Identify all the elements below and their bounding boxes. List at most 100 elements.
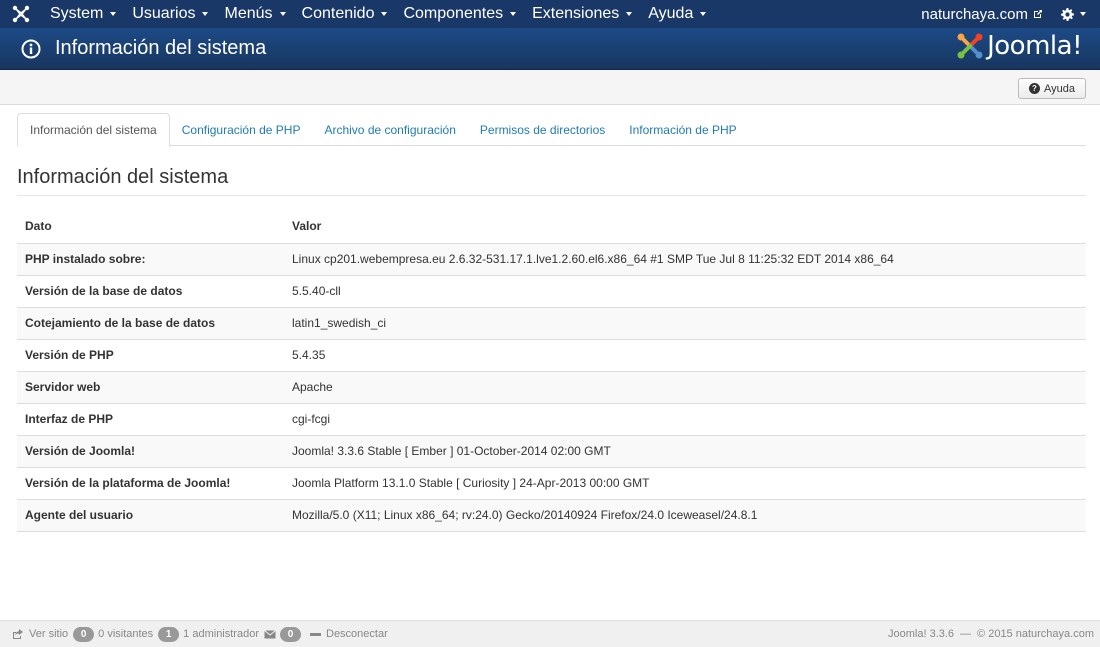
envelope-icon (264, 629, 276, 638)
tab-php-settings[interactable]: Configuración de PHP (170, 113, 313, 146)
row-key: Cotejamiento de la base de datos (17, 306, 284, 339)
version-label: Joomla! 3.3.6 (888, 628, 955, 640)
settings-menu[interactable] (1049, 0, 1100, 28)
row-value: Joomla! 3.3.6 Stable [ Ember ] 01-Octobe… (284, 434, 1086, 467)
column-header-value: Valor (292, 219, 322, 234)
table-row: Interfaz de PHP cgi-fcgi (17, 402, 1086, 435)
row-key: Versión de Joomla! (17, 434, 284, 467)
section-title: Información del sistema (17, 166, 229, 188)
row-value: Mozilla/5.0 (X11; Linux x86_64; rv:24.0)… (284, 498, 1086, 532)
table-row: Versión de PHP 5.4.35 (17, 338, 1086, 371)
admins-badge: 1 (158, 626, 180, 642)
row-key: Agente del usuario (17, 498, 284, 532)
caret-down-icon (279, 12, 286, 16)
row-key: Interfaz de PHP (17, 402, 284, 435)
page-header: Información del sistema Joomla! (0, 28, 1100, 70)
help-button-label: Ayuda (1044, 82, 1075, 95)
row-key: Versión de PHP (17, 338, 284, 371)
row-value: 5.4.35 (284, 338, 1086, 371)
row-key: Versión de la base de datos (17, 274, 284, 307)
row-value: 5.5.40-cll (284, 274, 1086, 307)
status-left: Ver sitio 0 0 visitantes 1 1 administrad… (0, 626, 393, 642)
menu-ayuda[interactable]: Ayuda (640, 0, 714, 28)
caret-down-icon (381, 12, 388, 16)
logout-label: Desconectar (326, 628, 388, 640)
messages-badge: 0 (280, 626, 301, 642)
row-key: Versión de la plataforma de Joomla! (17, 466, 284, 499)
status-right: Joomla! 3.3.6 — © 2015 naturchaya.com (888, 628, 1100, 640)
menu-componentes[interactable]: Componentes (395, 0, 524, 28)
toolbar: ? Ayuda (0, 70, 1100, 105)
table-row: Versión de la plataforma de Joomla! Jooml… (17, 466, 1086, 499)
joomla-brand-text: Joomla! (987, 31, 1082, 61)
visitors-label: 0 visitantes (98, 628, 154, 640)
menu-menus-label: Menús (224, 5, 273, 22)
row-value: cgi-fcgi (284, 402, 1086, 435)
tab-configuration-file[interactable]: Archivo de configuración (312, 113, 467, 146)
visitors-indicator: 0 0 visitantes (73, 626, 154, 642)
row-key: PHP instalado sobre: (17, 242, 284, 275)
tab-label: Configuración de PHP (181, 122, 301, 137)
menu-menus[interactable]: Menús (216, 0, 293, 28)
table-row: Versión de la base de datos 5.5.40-cll (17, 274, 1086, 307)
caret-down-icon (626, 12, 633, 16)
share-icon (13, 629, 23, 639)
tab-system-info[interactable]: Información del sistema (17, 113, 170, 147)
top-navbar: System Usuarios Menús Contenido Componen… (0, 0, 1100, 28)
table-row: Cotejamiento de la base de datos latin1_s… (17, 306, 1086, 339)
caret-down-icon (700, 12, 707, 16)
table-header-row: Dato Valor (17, 210, 1086, 243)
row-key: Servidor web (17, 370, 284, 403)
external-link-icon (1034, 10, 1042, 18)
joomla-brand-icon (957, 33, 983, 59)
menu-componentes-label: Componentes (403, 5, 504, 22)
view-site-link[interactable]: Ver sitio (12, 628, 68, 640)
caret-down-icon (110, 12, 117, 16)
site-link[interactable]: naturchaya.com (915, 6, 1049, 23)
gear-icon (1061, 7, 1074, 21)
table-row: Servidor web Apache (17, 370, 1086, 403)
copyright-label: © 2015 naturchaya.com (977, 628, 1094, 640)
admins-indicator: 1 1 administrador (158, 626, 259, 642)
tab-directory-permissions[interactable]: Permisos de directorios (468, 113, 617, 146)
menu-usuarios[interactable]: Usuarios (124, 0, 216, 28)
row-value: latin1_swedish_ci (284, 306, 1086, 339)
minus-icon (310, 632, 321, 636)
status-bar: Ver sitio 0 0 visitantes 1 1 administrad… (0, 620, 1100, 647)
menu-contenido-label: Contenido (301, 5, 375, 22)
joomla-brand: Joomla! (956, 31, 1082, 61)
tab-bar: Información del sistema Configuración de… (17, 113, 1086, 147)
row-value: Apache (284, 370, 1086, 403)
menu-contenido[interactable]: Contenido (294, 0, 396, 28)
help-button[interactable]: ? Ayuda (1018, 78, 1086, 99)
table-row: PHP instalado sobre: Linux cp201.webempre… (17, 242, 1086, 275)
menu-ayuda-label: Ayuda (648, 5, 694, 22)
main-menu: System Usuarios Menús Contenido Componen… (42, 0, 714, 28)
visitors-badge: 0 (73, 626, 95, 642)
navbar-right: naturchaya.com (915, 0, 1100, 28)
site-name: naturchaya.com (921, 5, 1028, 23)
joomla-logo-icon[interactable] (0, 0, 42, 28)
page-title: Información del sistema (55, 37, 267, 59)
section-divider (17, 195, 1086, 196)
menu-extensiones-label: Extensiones (532, 5, 620, 22)
tab-php-info[interactable]: Información de PHP (617, 113, 748, 146)
question-circle-icon: ? (1029, 83, 1040, 94)
column-header-setting: Dato (25, 219, 52, 234)
tab-label: Archivo de configuración (324, 122, 456, 137)
menu-system[interactable]: System (42, 0, 124, 28)
system-info-table: Dato Valor PHP instalado sobre: Linux cp2… (17, 210, 1086, 532)
tab-label: Información de PHP (629, 122, 737, 137)
table-row: Agente del usuario Mozilla/5.0 (X11; Linu… (17, 498, 1086, 532)
logout-link[interactable]: Desconectar (310, 628, 388, 640)
footer-separator: — (960, 628, 972, 640)
table-row: Versión de Joomla! Joomla! 3.3.6 Stable [… (17, 434, 1086, 467)
tab-label: Permisos de directorios (479, 122, 606, 137)
menu-extensiones[interactable]: Extensiones (524, 0, 640, 28)
info-circle-icon (21, 39, 41, 58)
messages-indicator[interactable]: 0 (264, 626, 305, 642)
menu-usuarios-label: Usuarios (132, 5, 196, 22)
row-value: Joomla Platform 13.1.0 Stable [ Curiosit… (284, 466, 1086, 499)
tab-label: Información del sistema (30, 123, 157, 137)
row-value: Linux cp201.webempresa.eu 2.6.32-531.17.… (284, 242, 1086, 275)
